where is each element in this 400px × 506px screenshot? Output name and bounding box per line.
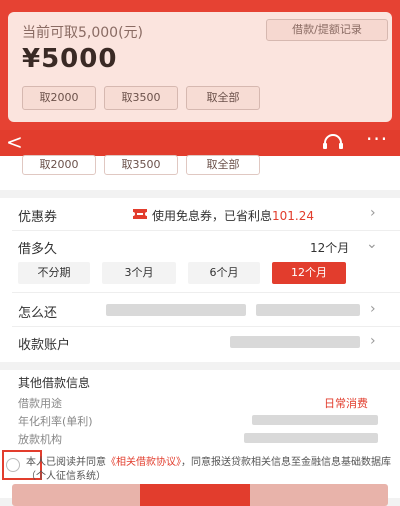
coupon-row[interactable]: 使用免息券，已省利息101.24 <box>152 207 314 224</box>
loan-record-button[interactable]: 借款/提额记录 <box>266 19 388 41</box>
term-option-6m[interactable]: 6个月 <box>188 262 260 284</box>
rate-label: 年化利率(单利) <box>18 415 93 428</box>
rate-value <box>252 415 378 425</box>
coupon-label: 优惠券 <box>18 210 58 225</box>
back-icon[interactable]: < <box>6 130 30 156</box>
sheet-chip-3500[interactable]: 取3500 <box>104 155 178 175</box>
chevron-right-icon: › <box>370 205 376 221</box>
divider <box>12 326 400 327</box>
more-icon[interactable]: ··· <box>366 129 396 152</box>
term-label: 借多久 <box>18 242 58 257</box>
term-selected[interactable]: 12个月 <box>310 239 349 256</box>
divider <box>12 292 400 293</box>
chip-2000[interactable]: 取2000 <box>22 86 96 110</box>
chevron-right-icon: › <box>370 301 376 317</box>
available-amount-text: 当前可取5,000(元) <box>22 25 144 41</box>
loan-amount[interactable]: ¥5000 <box>22 44 117 74</box>
divider <box>0 190 400 198</box>
repay-plan-detail <box>256 304 360 316</box>
submit-button[interactable] <box>140 484 250 506</box>
chip-3500[interactable]: 取3500 <box>104 86 178 110</box>
sheet-chip-2000[interactable]: 取2000 <box>22 155 96 175</box>
coupon-text: 使用免息券，已省利息 <box>152 209 273 223</box>
divider <box>0 362 400 370</box>
agreement-prefix: 本人已阅读并同意 <box>26 457 106 468</box>
sheet-chip-all[interactable]: 取全部 <box>186 155 260 175</box>
divider <box>12 230 400 231</box>
purpose-label: 借款用途 <box>18 397 62 410</box>
chip-all[interactable]: 取全部 <box>186 86 260 110</box>
lender-value <box>244 433 378 443</box>
repay-plan-value[interactable] <box>106 304 246 316</box>
ticket-icon <box>133 209 147 219</box>
agreement-link[interactable]: 《相关借款协议》 <box>106 457 181 468</box>
term-option-3m[interactable]: 3个月 <box>102 262 176 284</box>
coupon-saved-amount: 101.24 <box>272 209 315 223</box>
term-option-12m[interactable]: 12个月 <box>272 262 346 284</box>
other-info-title: 其他借款信息 <box>18 376 91 390</box>
purpose-value[interactable]: 日常消费 <box>324 395 368 411</box>
chevron-right-icon: › <box>370 333 376 349</box>
chevron-down-icon[interactable]: ⌄ <box>366 236 378 252</box>
repay-label: 怎么还 <box>18 306 58 321</box>
headset-icon[interactable] <box>320 134 346 152</box>
account-label: 收款账户 <box>18 338 71 353</box>
agreement-text: 本人已阅读并同意《相关借款协议》，同意报送贷款相关信息至金融信息基础数据库（个人… <box>26 456 396 484</box>
term-option-none[interactable]: 不分期 <box>18 262 90 284</box>
account-value[interactable] <box>230 336 360 348</box>
lender-label: 放款机构 <box>18 433 62 446</box>
